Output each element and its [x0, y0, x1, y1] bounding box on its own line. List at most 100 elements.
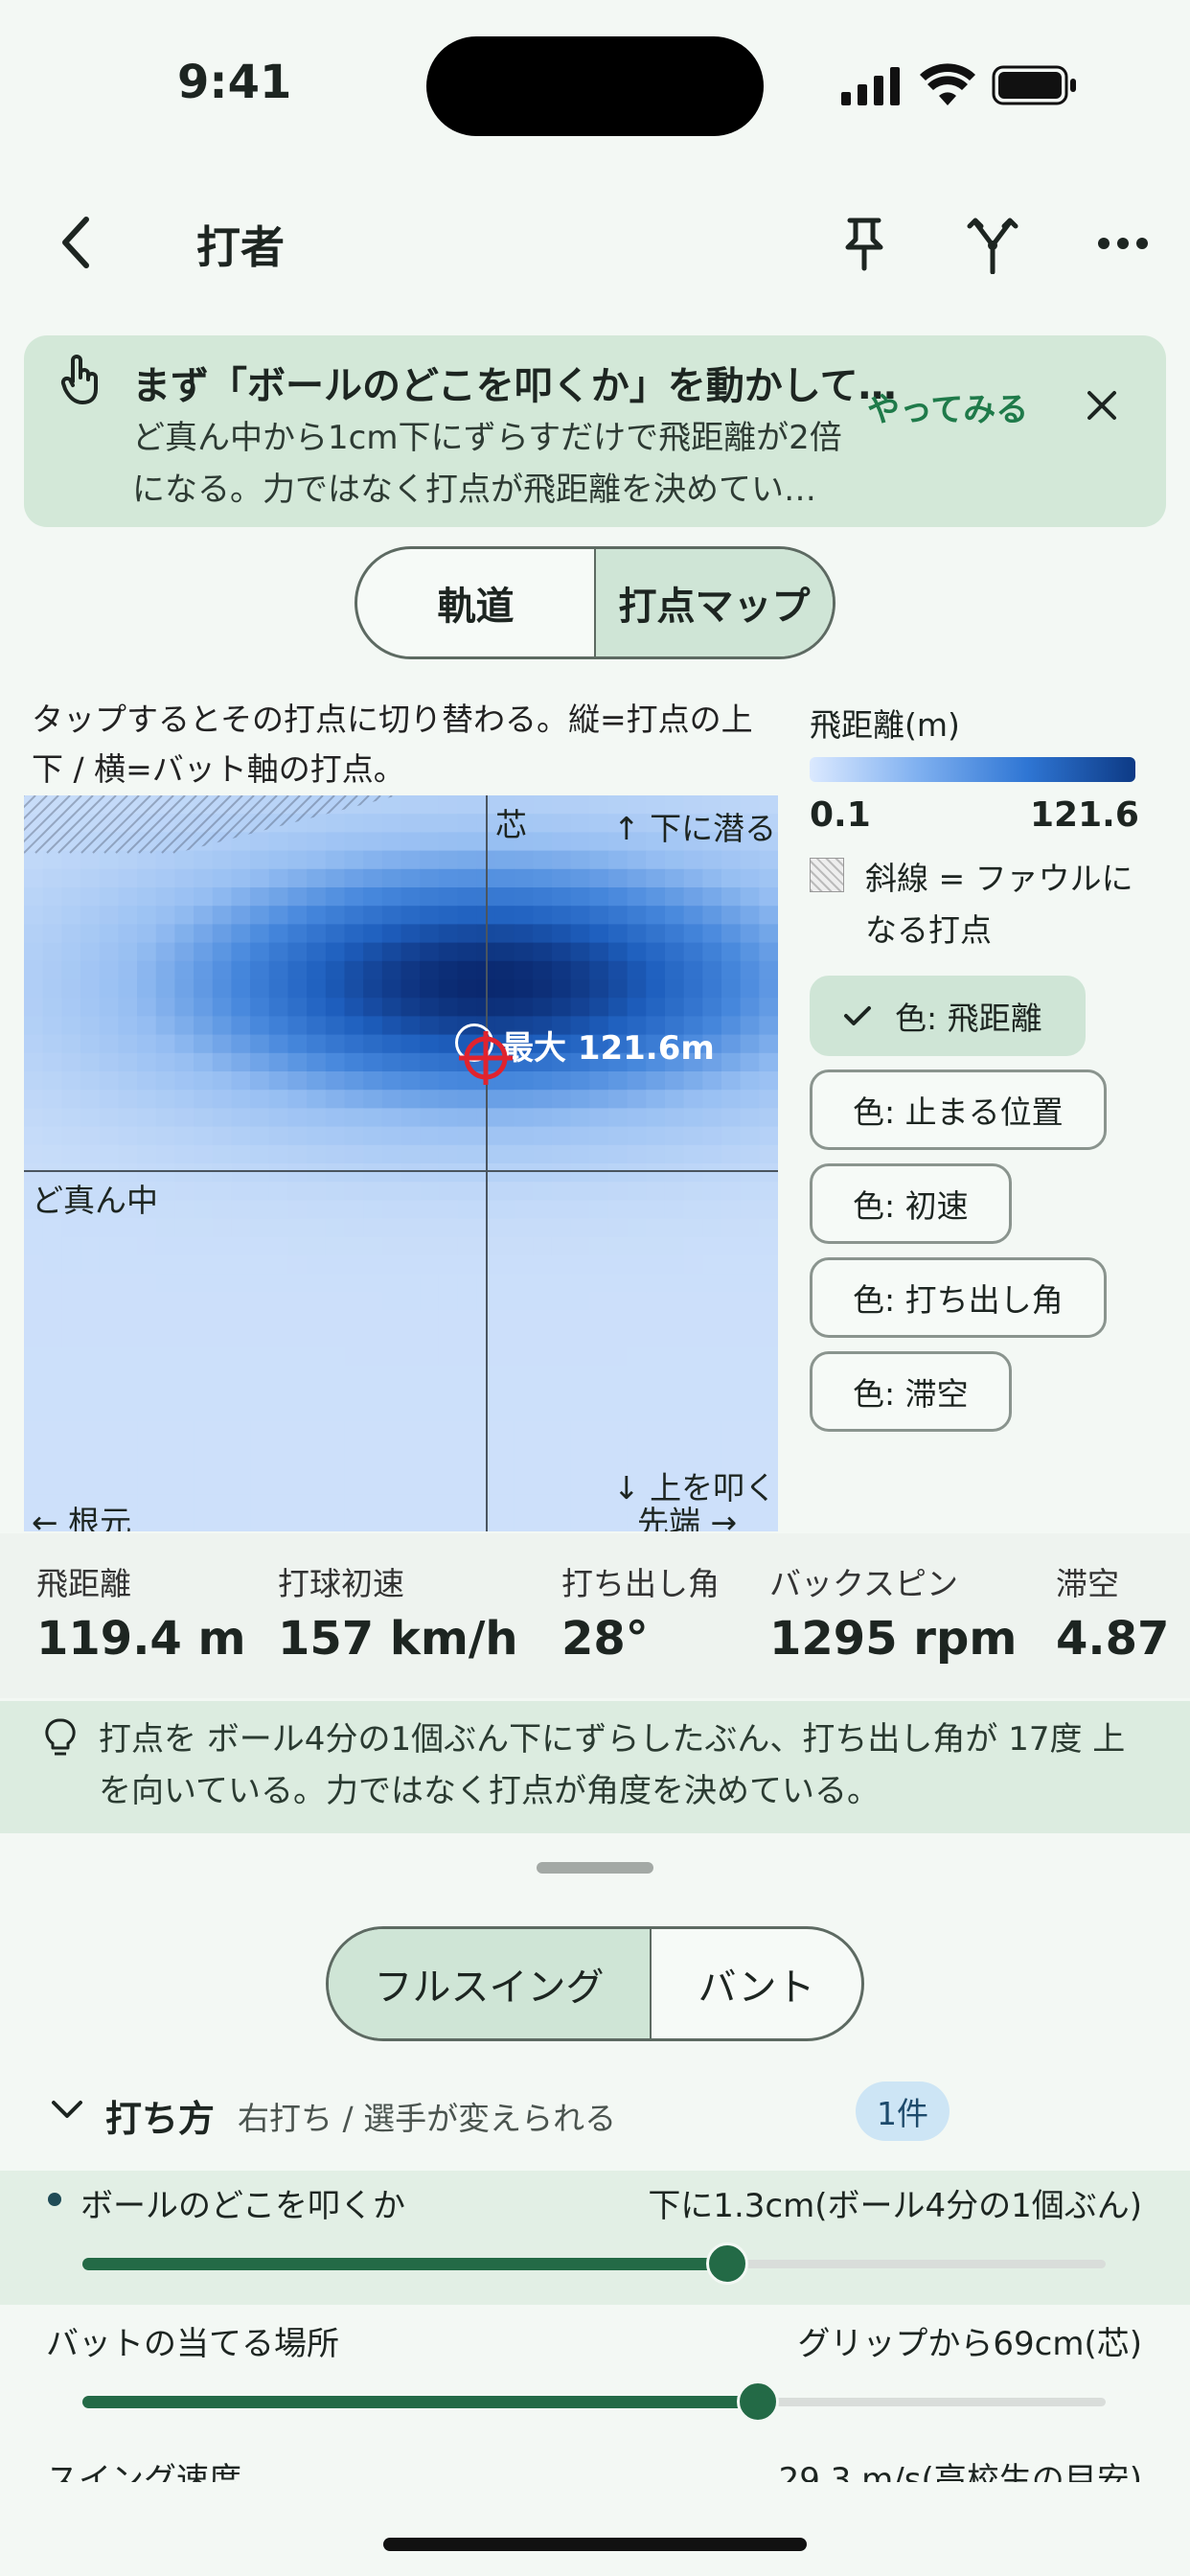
heatmap-cell[interactable] [250, 1328, 270, 1348]
heatmap-cell[interactable] [155, 1144, 175, 1164]
heatmap-cell[interactable] [307, 814, 327, 833]
heatmap-cell[interactable] [740, 1200, 760, 1220]
heatmap-cell[interactable] [155, 887, 175, 907]
heatmap-cell[interactable] [457, 906, 477, 925]
heatmap-cell[interactable] [24, 1071, 44, 1091]
heatmap-cell[interactable] [494, 1476, 515, 1496]
heatmap-cell[interactable] [494, 1182, 515, 1201]
heatmap-cell[interactable] [363, 1255, 383, 1275]
heatmap-cell[interactable] [664, 1126, 685, 1146]
heatmap-cell[interactable] [61, 868, 81, 888]
heatmap-cell[interactable] [533, 1512, 553, 1531]
heatmap-cell[interactable] [212, 1476, 233, 1496]
heatmap-cell[interactable] [683, 998, 703, 1017]
heatmap-cell[interactable] [174, 868, 195, 888]
heatmap-cell[interactable] [646, 1236, 666, 1256]
heatmap-cell[interactable] [740, 1144, 760, 1164]
heatmap-cell[interactable] [607, 887, 629, 907]
heatmap-cell[interactable] [646, 960, 666, 980]
heatmap-cell[interactable] [420, 1366, 440, 1385]
heatmap-cell[interactable] [646, 998, 666, 1017]
heatmap-cell[interactable] [42, 850, 62, 870]
heatmap-cell[interactable] [457, 960, 477, 980]
heatmap-cell[interactable] [607, 1200, 629, 1220]
heatmap-cell[interactable] [212, 1071, 233, 1091]
heatmap-cell[interactable] [494, 887, 515, 907]
heatmap-cell[interactable] [646, 1126, 666, 1146]
heatmap-cell[interactable] [683, 1384, 703, 1404]
heatmap-cell[interactable] [381, 1310, 402, 1330]
heatmap-cell[interactable] [721, 1347, 742, 1367]
heatmap-cell[interactable] [551, 868, 572, 888]
heatmap-cell[interactable] [137, 1016, 157, 1036]
heatmap-cell[interactable] [287, 1310, 308, 1330]
heatmap-cell[interactable] [61, 1016, 81, 1036]
heatmap-cell[interactable] [194, 1144, 214, 1164]
heatmap-cell[interactable] [250, 1052, 270, 1072]
heatmap-cell[interactable] [118, 979, 138, 999]
heatmap-cell[interactable] [494, 1384, 515, 1404]
heatmap-cell[interactable] [438, 1182, 459, 1201]
heatmap-cell[interactable] [307, 1512, 327, 1531]
heatmap-cell[interactable] [287, 1016, 308, 1036]
heatmap-cell[interactable] [683, 979, 703, 999]
heatmap-cell[interactable] [457, 998, 477, 1017]
heatmap-cell[interactable] [194, 1255, 214, 1275]
heatmap-cell[interactable] [42, 1402, 62, 1422]
heatmap-cell[interactable] [268, 1274, 289, 1293]
heatmap-cell[interactable] [759, 1402, 778, 1422]
heatmap-cell[interactable] [24, 906, 44, 925]
heatmap-cell[interactable] [570, 1126, 590, 1146]
heatmap-cell[interactable] [118, 1090, 138, 1109]
heatmap-cell[interactable] [400, 1218, 421, 1238]
heatmap-cell[interactable] [212, 1016, 233, 1036]
heatmap-cell[interactable] [24, 1255, 44, 1275]
heatmap-cell[interactable] [137, 1458, 157, 1477]
heatmap-cell[interactable] [494, 850, 515, 870]
heatmap-cell[interactable] [118, 1052, 138, 1072]
heatmap-cell[interactable] [118, 1347, 138, 1367]
heatmap-cell[interactable] [381, 1274, 402, 1293]
heatmap-cell[interactable] [268, 979, 289, 999]
heatmap-cell[interactable] [24, 868, 44, 888]
heatmap-cell[interactable] [99, 1236, 119, 1256]
heatmap-cell[interactable] [137, 1126, 157, 1146]
heatmap-cell[interactable] [570, 924, 590, 944]
heatmap-cell[interactable] [420, 1016, 440, 1036]
heatmap-cell[interactable] [268, 1384, 289, 1404]
heatmap-cell[interactable] [118, 850, 138, 870]
heatmap-cell[interactable] [457, 1163, 477, 1183]
heatmap-cell[interactable] [589, 868, 609, 888]
heatmap-cell[interactable] [155, 1476, 175, 1496]
heatmap-cell[interactable] [551, 1366, 572, 1385]
heatmap-cell[interactable] [551, 924, 572, 944]
heatmap-cell[interactable] [627, 1144, 647, 1164]
heatmap-cell[interactable] [607, 1144, 629, 1164]
heatmap-cell[interactable] [627, 1384, 647, 1404]
heatmap-cell[interactable] [627, 868, 647, 888]
heatmap-cell[interactable] [24, 998, 44, 1017]
heatmap-cell[interactable] [42, 1347, 62, 1367]
heatmap-cell[interactable] [325, 1182, 346, 1201]
heatmap-cell[interactable] [61, 1292, 81, 1312]
heatmap-cell[interactable] [268, 1476, 289, 1496]
heatmap-cell[interactable] [307, 924, 327, 944]
heatmap-cell[interactable] [24, 1328, 44, 1348]
heatmap-cell[interactable] [99, 1420, 119, 1440]
heatmap-cell[interactable] [344, 1016, 364, 1036]
heatmap-cell[interactable] [551, 1236, 572, 1256]
heatmap-cell[interactable] [287, 850, 308, 870]
heatmap-cell[interactable] [589, 1236, 609, 1256]
heatmap-cell[interactable] [137, 1144, 157, 1164]
heatmap-cell[interactable] [99, 1108, 119, 1128]
heatmap-cell[interactable] [420, 1310, 440, 1330]
heatmap-cell[interactable] [155, 998, 175, 1017]
heatmap-cell[interactable] [325, 1108, 346, 1128]
heatmap-cell[interactable] [533, 1402, 553, 1422]
heatmap-cell[interactable] [664, 887, 685, 907]
heatmap-cell[interactable] [551, 1458, 572, 1477]
heatmap-cell[interactable] [438, 795, 459, 815]
heatmap-cell[interactable] [363, 1236, 383, 1256]
heatmap-cell[interactable] [683, 1236, 703, 1256]
heatmap-cell[interactable] [137, 1236, 157, 1256]
